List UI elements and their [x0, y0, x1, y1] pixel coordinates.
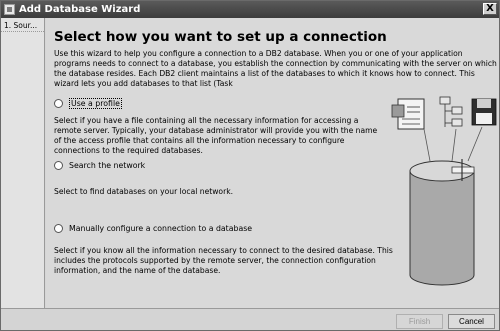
- manual-config-radio[interactable]: [54, 224, 63, 233]
- wizard-step-nav: 1. Sour...: [1, 18, 45, 308]
- manual-config-description: Select if you know all the information n…: [54, 246, 393, 275]
- manual-config-label[interactable]: Manually configure a connection to a dat…: [69, 224, 252, 233]
- option-use-profile[interactable]: Use a profile: [54, 98, 122, 109]
- close-button[interactable]: X: [483, 3, 497, 15]
- window-title: Add Database Wizard: [19, 4, 141, 15]
- intro-text-body: Use this wizard to help you configure a …: [54, 49, 497, 88]
- nav-item-source[interactable]: 1. Sour...: [1, 18, 44, 32]
- wizard-footer: Finish Cancel: [1, 308, 499, 330]
- folder-tree-icon: [439, 96, 463, 127]
- use-profile-description: Select if you have a file containing all…: [54, 116, 378, 155]
- use-profile-radio[interactable]: [54, 99, 63, 108]
- option-search-network[interactable]: Search the network: [54, 161, 145, 170]
- use-profile-label[interactable]: Use a profile: [69, 98, 122, 109]
- page-title: Select how you want to set up a connecti…: [54, 29, 387, 45]
- database-cylinder-icon: [409, 159, 475, 286]
- search-network-radio[interactable]: [54, 161, 63, 170]
- floppy-disk-icon: [471, 98, 497, 126]
- wizard-icon: [4, 4, 15, 15]
- search-network-description: Select to find databases on your local n…: [54, 187, 234, 196]
- title-bar[interactable]: Add Database Wizard X: [1, 1, 499, 18]
- search-network-label[interactable]: Search the network: [69, 161, 145, 170]
- option-manual-config[interactable]: Manually configure a connection to a dat…: [54, 224, 252, 233]
- finish-button[interactable]: Finish: [396, 314, 443, 329]
- profile-document-icon: [391, 98, 425, 130]
- intro-text: Use this wizard to help you configure a …: [54, 49, 499, 89]
- database-illustration-icon: [391, 96, 497, 286]
- cancel-button[interactable]: Cancel: [448, 314, 495, 329]
- add-database-wizard-window: Add Database Wizard X 1. Sour... Select …: [0, 0, 500, 331]
